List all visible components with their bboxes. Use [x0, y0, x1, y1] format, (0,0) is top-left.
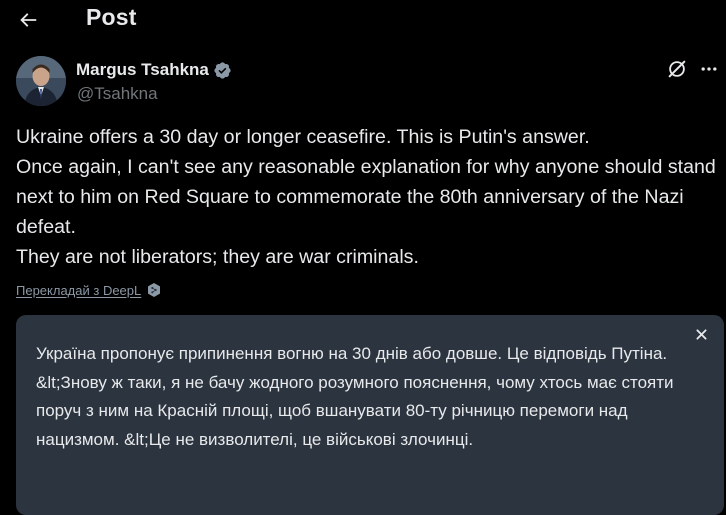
- author-block: Margus Tsahkna @Tsahkna: [16, 56, 717, 110]
- page-title: Post: [86, 4, 137, 30]
- more-icon: [701, 67, 717, 71]
- tweet-line: Once again, I can't see any reasonable e…: [16, 156, 716, 238]
- grok-icon: [668, 60, 686, 78]
- translation-panel: Україна пропонує припинення вогню на 30 …: [16, 315, 724, 515]
- translate-link-label[interactable]: Перекладай з DeepL: [16, 283, 141, 298]
- translation-text: Україна пропонує припинення вогню на 30 …: [36, 344, 674, 449]
- author-name[interactable]: Margus Tsahkna: [76, 60, 232, 80]
- tweet-text: Ukraine offers a 30 day or longer ceasef…: [16, 122, 716, 272]
- header: Post: [0, 0, 726, 40]
- more-button[interactable]: [696, 56, 722, 82]
- deepl-icon: [148, 283, 161, 297]
- close-icon: [695, 328, 707, 340]
- grok-button[interactable]: [666, 58, 688, 80]
- author-name-text[interactable]: Margus Tsahkna: [76, 60, 209, 80]
- tweet-line: They are not liberators; they are war cr…: [16, 246, 419, 268]
- avatar[interactable]: [16, 56, 66, 106]
- close-translation-button[interactable]: [690, 323, 712, 345]
- arrow-left-icon: [20, 13, 37, 27]
- translate-deepl-link[interactable]: Перекладай з DeepL: [16, 282, 162, 298]
- tweet-line: Ukraine offers a 30 day or longer ceasef…: [16, 126, 590, 148]
- author-handle[interactable]: @Tsahkna: [77, 84, 158, 104]
- back-button[interactable]: [8, 0, 48, 40]
- verified-badge-icon: [214, 61, 231, 79]
